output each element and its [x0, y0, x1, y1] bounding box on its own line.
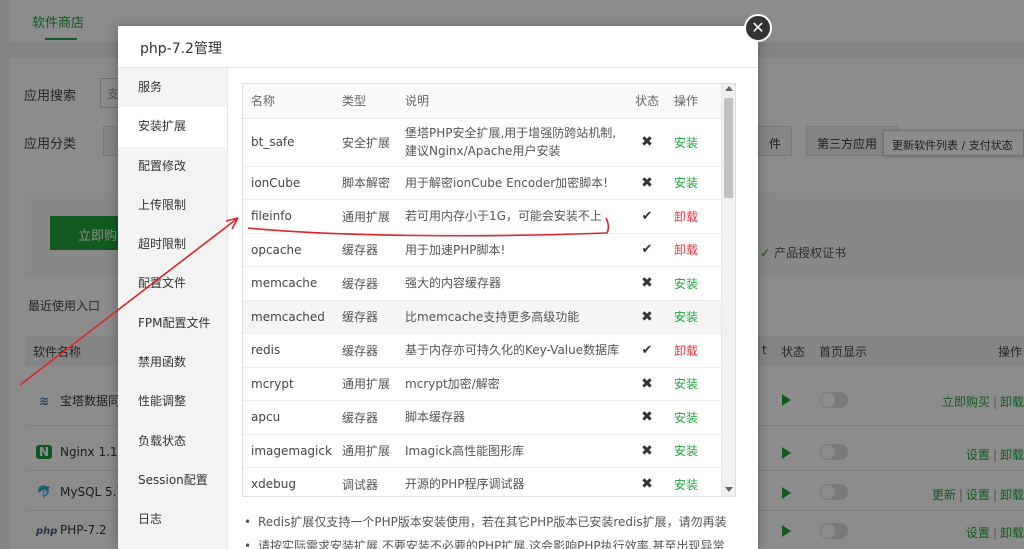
ext-desc: 若可用内存小于1G，可能会安装不上	[397, 199, 628, 234]
ext-status-icon: ✖	[628, 367, 666, 401]
ext-status-icon: ✖	[628, 266, 666, 301]
sidebar-item[interactable]: 上传限制	[118, 186, 227, 225]
table-row: fileinfo 通用扩展 若可用内存小于1G，可能会安装不上 ✔ 卸载	[243, 199, 721, 234]
notes-list: Redis扩展仅支持一个PHP版本安装使用，若在其它PHP版本已安装redis扩…	[242, 512, 742, 549]
ext-status-icon: ✔	[628, 333, 666, 368]
table-row: bt_safe 安全扩展 堡塔PHP安全扩展,用于增强防跨站机制,建议Nginx/A…	[243, 118, 721, 167]
ext-action[interactable]: 安装	[666, 467, 721, 496]
note-item: Redis扩展仅支持一个PHP版本安装使用，若在其它PHP版本已安装redis扩…	[242, 512, 742, 536]
note-item: 请按实际需求安装扩展,不要安装不必要的PHP扩展,这会影响PHP执行效率,甚至出…	[242, 536, 742, 549]
ext-type: 缓存器	[334, 333, 397, 368]
ext-status-icon: ✖	[628, 300, 666, 334]
col-header-action: 操作	[666, 84, 721, 119]
ext-name: memcache	[243, 266, 334, 301]
sidebar-item[interactable]: 禁用函数	[118, 343, 227, 382]
extension-table-wrap: 名称 类型 说明 状态 操作 bt_safe 安全扩展 堡塔PHP安全扩展,用于增强…	[242, 83, 736, 497]
extension-table: 名称 类型 说明 状态 操作 bt_safe 安全扩展 堡塔PHP安全扩展,用于增强…	[243, 84, 721, 496]
ext-name: ionCube	[243, 166, 334, 200]
ext-name: memcached	[243, 300, 334, 334]
ext-status-icon: ✖	[628, 118, 666, 167]
ext-action[interactable]: 安装	[666, 266, 721, 301]
scroll-up-icon[interactable]	[725, 86, 733, 91]
ext-name: bt_safe	[243, 118, 334, 167]
ext-type: 通用扩展	[334, 434, 397, 468]
ext-name: imagemagick	[243, 434, 334, 468]
table-row: apcu 缓存器 脚本缓存器 ✖ 安装	[243, 400, 721, 435]
table-row: opcache 缓存器 用于加速PHP脚本! ✔ 卸载	[243, 233, 721, 267]
ext-type: 调试器	[334, 467, 397, 496]
sidebar-item[interactable]: 配置文件	[118, 264, 227, 303]
ext-action[interactable]: 安装	[666, 434, 721, 468]
table-row: mcrypt 通用扩展 mcrypt加密/解密 ✖ 安装	[243, 367, 721, 401]
ext-desc: 基于内存亦可持久化的Key-Value数据库	[397, 333, 628, 368]
sidebar-item[interactable]: FPM配置文件	[118, 304, 227, 343]
ext-name: mcrypt	[243, 367, 334, 401]
extension-table-body: bt_safe 安全扩展 堡塔PHP安全扩展,用于增强防跨站机制,建议Nginx/A…	[243, 118, 721, 496]
ext-action[interactable]: 安装	[666, 300, 721, 334]
ext-name: redis	[243, 333, 334, 368]
ext-action[interactable]: 卸载	[666, 333, 721, 368]
ext-type: 脚本解密	[334, 166, 397, 200]
col-header-type: 类型	[334, 84, 397, 119]
ext-status-icon: ✔	[628, 199, 666, 234]
sidebar-item[interactable]: 安装扩展	[118, 107, 227, 147]
ext-desc: 脚本缓存器	[397, 400, 628, 435]
ext-type: 通用扩展	[334, 367, 397, 401]
scroll-down-icon[interactable]	[725, 487, 733, 492]
ext-action[interactable]: 安装	[666, 367, 721, 401]
ext-status-icon: ✔	[628, 233, 666, 267]
sidebar-item[interactable]: Session配置	[118, 461, 227, 500]
col-header-name: 名称	[243, 84, 334, 119]
ext-status-icon: ✖	[628, 400, 666, 435]
col-header-status: 状态	[628, 84, 666, 119]
ext-action[interactable]: 卸载	[666, 233, 721, 267]
ext-type: 缓存器	[334, 400, 397, 435]
ext-type: 通用扩展	[334, 199, 397, 234]
table-row: ionCube 脚本解密 用于解密ionCube Encoder加密脚本! ✖ 安装	[243, 166, 721, 200]
col-header-desc: 说明	[397, 84, 628, 119]
ext-desc: 比memcache支持更多高级功能	[397, 300, 628, 334]
table-scrollbar[interactable]	[721, 84, 735, 496]
ext-desc: 强大的内容缓存器	[397, 266, 628, 301]
sidebar-item[interactable]: 负载状态	[118, 422, 227, 461]
table-row: memcache 缓存器 强大的内容缓存器 ✖ 安装	[243, 266, 721, 301]
ext-name: fileinfo	[243, 199, 334, 234]
scroll-thumb[interactable]	[724, 98, 733, 198]
ext-status-icon: ✖	[628, 166, 666, 200]
ext-action[interactable]: 卸载	[666, 199, 721, 234]
ext-desc: Imagick高性能图形库	[397, 434, 628, 468]
table-row: imagemagick 通用扩展 Imagick高性能图形库 ✖ 安装	[243, 434, 721, 468]
ext-desc: 用于解密ionCube Encoder加密脚本!	[397, 166, 628, 200]
table-row: xdebug 调试器 开源的PHP程序调试器 ✖ 安装	[243, 467, 721, 496]
table-row: memcached 缓存器 比memcache支持更多高级功能 ✖ 安装	[243, 300, 721, 334]
ext-type: 缓存器	[334, 233, 397, 267]
ext-action[interactable]: 安装	[666, 400, 721, 435]
ext-action[interactable]: 安装	[666, 118, 721, 167]
sidebar-item[interactable]: 性能调整	[118, 382, 227, 421]
ext-status-icon: ✖	[628, 467, 666, 496]
ext-type: 缓存器	[334, 300, 397, 334]
ext-type: 安全扩展	[334, 118, 397, 167]
sidebar-item[interactable]: 配置修改	[118, 147, 227, 186]
sidebar-item[interactable]: 日志	[118, 500, 227, 539]
ext-desc: 堡塔PHP安全扩展,用于增强防跨站机制,建议Nginx/Apache用户安装	[397, 118, 628, 167]
ext-name: opcache	[243, 233, 334, 267]
ext-desc: 用于加速PHP脚本!	[397, 233, 628, 267]
ext-name: apcu	[243, 400, 334, 435]
modal-sidebar: 服务 安装扩展 配置修改 上传限制 超时限制 配置文件 FPM配置文件 禁用函数 性能调整 负载状…	[118, 68, 228, 549]
sidebar-item[interactable]: 服务	[118, 68, 227, 107]
sidebar-item[interactable]: 超时限制	[118, 225, 227, 264]
ext-desc: mcrypt加密/解密	[397, 367, 628, 401]
ext-name: xdebug	[243, 467, 334, 496]
table-row: redis 缓存器 基于内存亦可持久化的Key-Value数据库 ✔ 卸载	[243, 333, 721, 368]
close-icon[interactable]: ✕	[744, 14, 772, 42]
ext-status-icon: ✖	[628, 434, 666, 468]
modal-title: php-7.2管理	[140, 41, 222, 57]
ext-type: 缓存器	[334, 266, 397, 301]
php-manage-modal: php-7.2管理 服务 安装扩展 配置修改 上传限制 超时限制 配置文件 FPM配置文件禁…	[118, 26, 758, 549]
ext-action[interactable]: 安装	[666, 166, 721, 200]
table-header-row: 名称 类型 说明 状态 操作	[243, 84, 721, 119]
ext-desc: 开源的PHP程序调试器	[397, 467, 628, 496]
